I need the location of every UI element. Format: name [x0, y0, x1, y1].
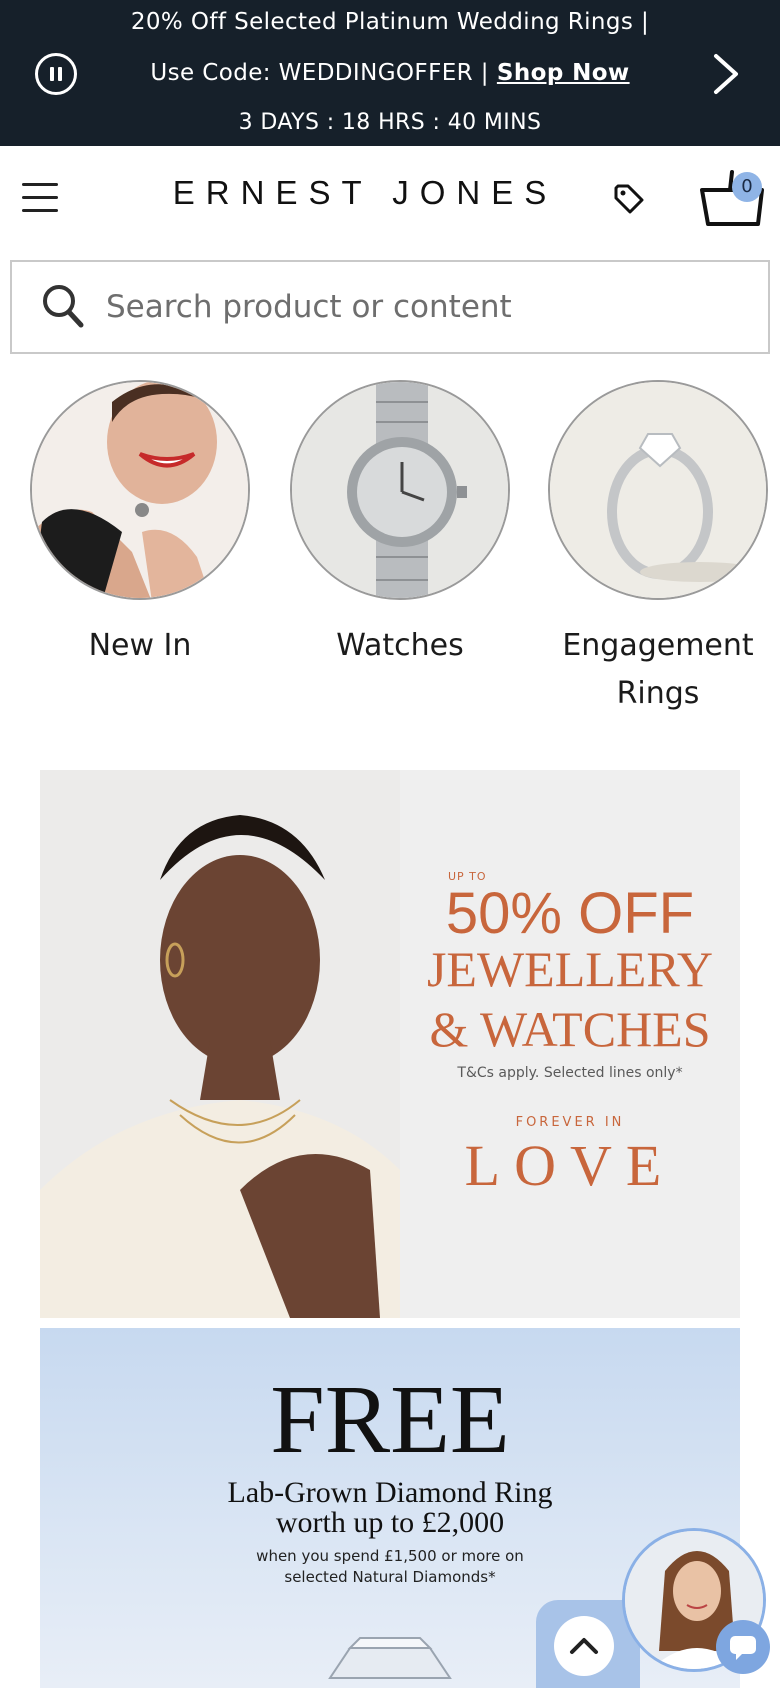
category-label: New In	[88, 628, 192, 663]
search-input[interactable]	[104, 282, 744, 332]
free-headline: FREE	[270, 1366, 510, 1474]
promo-code-text: Use Code: WEDDINGOFFER |	[150, 60, 489, 86]
promo-text-line1: 20% Off Selected Platinum Wedding Rings …	[130, 9, 650, 35]
sale-tagline-big: LOVE	[464, 1133, 676, 1198]
category-label: Watches	[336, 628, 464, 663]
chevron-right-icon[interactable]	[706, 50, 746, 98]
promo-text-line2: Use Code: WEDDINGOFFER | Shop Now	[0, 60, 780, 86]
sale-tagline-small: FOREVER IN	[515, 1115, 625, 1130]
new-in-image	[30, 380, 250, 600]
category-new-in[interactable]: New In	[20, 380, 260, 670]
free-offer-line2: worth up to £2,000	[275, 1506, 505, 1539]
promo-banner: 20% Off Selected Platinum Wedding Rings …	[0, 0, 780, 146]
category-watches[interactable]: Watches	[280, 380, 520, 670]
diamond-ring-image	[328, 1637, 452, 1679]
sale-category-line2: & WATCHES	[429, 1001, 711, 1057]
shop-now-link[interactable]: Shop Now	[497, 60, 630, 86]
category-engagement-rings[interactable]: Engagement Rings	[538, 380, 778, 718]
chat-icon[interactable]	[716, 1620, 770, 1674]
basket-count-badge: 0	[732, 172, 762, 202]
chevron-up-icon	[570, 1638, 598, 1654]
sale-category-line1: JEWELLERY	[426, 941, 714, 997]
hamburger-menu-icon[interactable]	[22, 180, 60, 214]
category-label: Engagement Rings	[562, 628, 754, 711]
watches-image	[290, 380, 510, 600]
site-logo[interactable]: ERNEST JONES	[150, 174, 580, 212]
sale-headline: 50% OFF	[445, 881, 695, 946]
engagement-ring-image	[548, 380, 768, 600]
sale-banner[interactable]: UP TO 50% OFF JEWELLERY & WATCHES T&Cs a…	[40, 770, 740, 1318]
free-offer-line1: Lab-Grown Diamond Ring	[227, 1476, 553, 1509]
search-bar	[10, 260, 770, 354]
price-tag-icon[interactable]	[612, 182, 646, 216]
scroll-top-circle	[554, 1616, 614, 1676]
model-photo	[40, 770, 400, 1318]
search-icon[interactable]	[40, 282, 86, 330]
site-header: ERNEST JONES 0	[0, 146, 780, 252]
promo-countdown: 3 DAYS : 18 HRS : 40 MINS	[238, 110, 542, 135]
sale-terms: T&Cs apply. Selected lines only*	[457, 1065, 683, 1081]
